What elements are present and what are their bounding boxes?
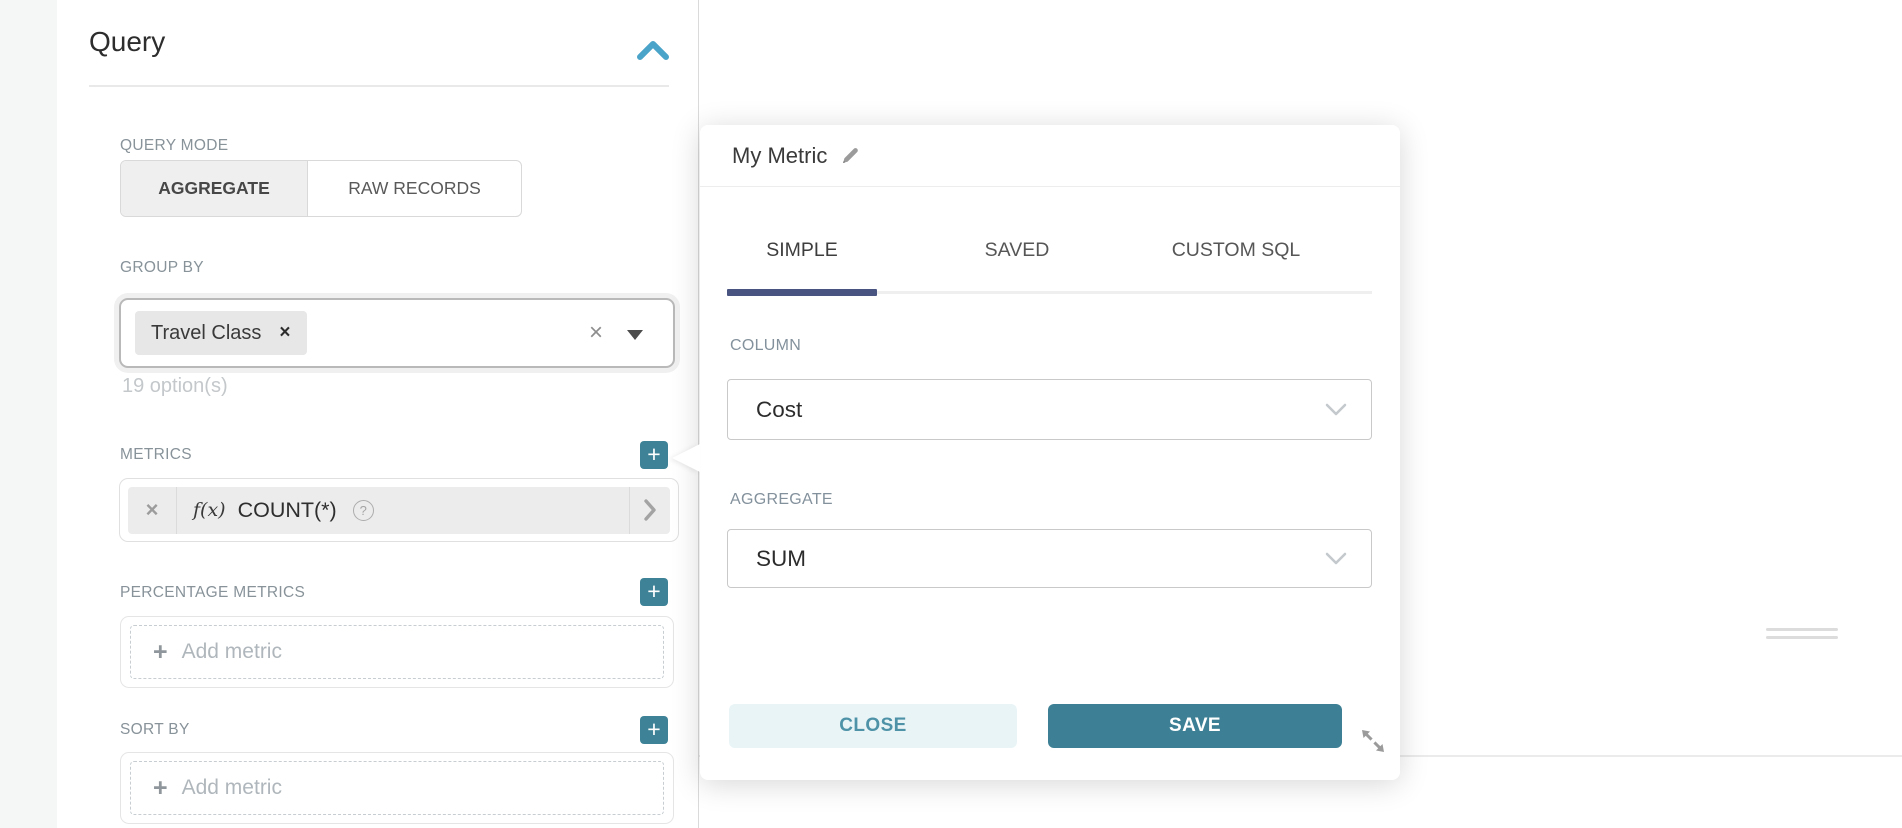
chevron-down-icon bbox=[1325, 403, 1347, 417]
collapse-section-icon[interactable] bbox=[636, 38, 670, 62]
panel-divider bbox=[698, 0, 699, 828]
sort-by-label: SORT BY bbox=[120, 721, 190, 739]
aggregate-mode-button[interactable]: AGGREGATE bbox=[121, 161, 308, 216]
metrics-label: METRICS bbox=[120, 446, 192, 464]
help-icon[interactable]: ? bbox=[353, 500, 374, 521]
raw-records-mode-button[interactable]: RAW RECORDS bbox=[308, 161, 521, 216]
column-select[interactable]: Cost bbox=[727, 379, 1372, 440]
aggregate-select[interactable]: SUM bbox=[727, 529, 1372, 588]
resize-expand-icon[interactable] bbox=[1358, 726, 1388, 756]
metric-name-title[interactable]: My Metric bbox=[732, 143, 827, 169]
active-tab-underline bbox=[727, 289, 877, 296]
group-by-chip[interactable]: Travel Class × bbox=[135, 311, 307, 355]
edit-pencil-icon[interactable] bbox=[840, 145, 861, 166]
add-sort-button[interactable]: + bbox=[640, 716, 668, 744]
dropdown-caret-icon[interactable] bbox=[627, 330, 643, 340]
plus-icon: + bbox=[153, 640, 168, 665]
close-button[interactable]: CLOSE bbox=[729, 704, 1017, 748]
metric-pill[interactable]: × f(x) COUNT(*) ? bbox=[128, 487, 670, 534]
query-mode-toggle: AGGREGATE RAW RECORDS bbox=[120, 160, 522, 217]
add-metric-placeholder-text: Add metric bbox=[182, 640, 282, 664]
add-metric-button[interactable]: + bbox=[640, 441, 668, 469]
save-button[interactable]: SAVE bbox=[1048, 704, 1342, 748]
column-label: COLUMN bbox=[730, 337, 801, 355]
percentage-metrics-dropzone[interactable]: + Add metric bbox=[120, 616, 674, 688]
query-section-title: Query bbox=[89, 26, 165, 58]
chip-remove-icon[interactable]: × bbox=[279, 322, 290, 344]
add-metric-placeholder-text: Add metric bbox=[182, 776, 282, 800]
sort-by-dropzone[interactable]: + Add metric bbox=[120, 752, 674, 824]
percentage-metrics-label: PERCENTAGE METRICS bbox=[120, 584, 305, 602]
group-by-options-count: 19 option(s) bbox=[122, 375, 228, 398]
pill-divider bbox=[176, 487, 177, 534]
clear-all-icon[interactable]: × bbox=[589, 321, 603, 345]
query-mode-label: QUERY MODE bbox=[120, 137, 228, 155]
add-percentage-metric-button[interactable]: + bbox=[640, 578, 668, 606]
tab-saved[interactable]: SAVED bbox=[942, 239, 1092, 262]
left-gutter bbox=[0, 0, 57, 828]
section-divider bbox=[89, 85, 669, 87]
tab-simple[interactable]: SIMPLE bbox=[727, 239, 877, 262]
tab-custom-sql[interactable]: CUSTOM SQL bbox=[1157, 239, 1315, 262]
popover-arrow bbox=[672, 444, 700, 472]
column-select-value: Cost bbox=[756, 397, 1325, 423]
group-by-label: GROUP BY bbox=[120, 259, 204, 277]
add-metric-placeholder[interactable]: + Add metric bbox=[130, 761, 664, 815]
chevron-down-icon bbox=[1325, 552, 1347, 566]
metric-remove-icon[interactable]: × bbox=[128, 497, 176, 523]
splitter-handle-line[interactable] bbox=[1766, 628, 1838, 631]
splitter-handle-line[interactable] bbox=[1766, 636, 1838, 639]
function-icon: f(x) bbox=[193, 499, 226, 521]
metrics-container: × f(x) COUNT(*) ? bbox=[119, 478, 679, 542]
metric-edit-popover: My Metric SIMPLE SAVED CUSTOM SQL COLUMN… bbox=[700, 125, 1400, 780]
metric-expand-chevron-icon[interactable] bbox=[629, 487, 670, 534]
aggregate-label: AGGREGATE bbox=[730, 491, 833, 509]
plus-icon: + bbox=[153, 776, 168, 801]
metric-expression: COUNT(*) bbox=[238, 498, 337, 523]
aggregate-select-value: SUM bbox=[756, 546, 1325, 572]
popover-header: My Metric bbox=[700, 125, 1400, 187]
add-metric-placeholder[interactable]: + Add metric bbox=[130, 625, 664, 679]
group-by-select[interactable]: Travel Class × × bbox=[119, 298, 675, 368]
group-by-chip-label: Travel Class bbox=[151, 322, 261, 345]
